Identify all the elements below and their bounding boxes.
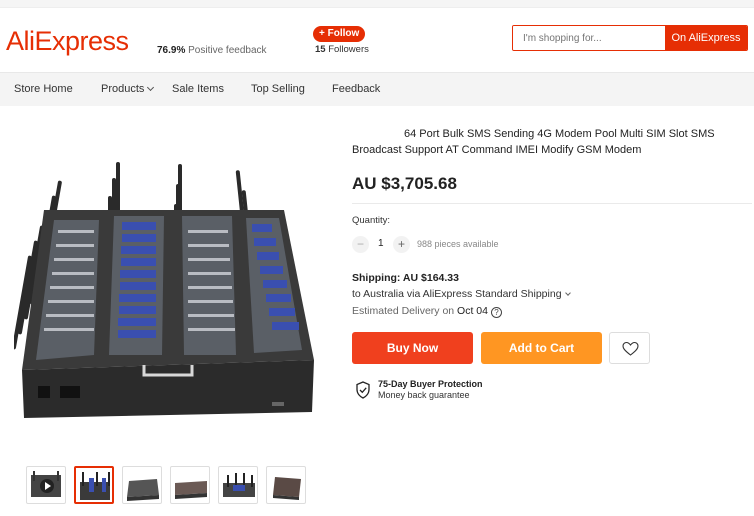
divider	[352, 203, 752, 204]
pieces-available: 988 pieces available	[417, 239, 499, 249]
thumbnail-image-3[interactable]	[122, 466, 162, 504]
product-price: AU $3,705.68	[352, 174, 457, 193]
followers-number: 15	[315, 44, 326, 55]
top-bar	[0, 0, 754, 8]
search-input[interactable]	[513, 26, 665, 50]
shipping-method-label: to Australia via AliExpress Standard Shi…	[352, 288, 562, 300]
quantity-label: Quantity:	[352, 215, 391, 226]
shipping-method[interactable]: to Australia via AliExpress Standard Shi…	[352, 288, 571, 300]
feedback-value: 76.9%	[157, 45, 186, 56]
quantity-decrease-button[interactable]: −	[352, 236, 369, 253]
feedback-label: Positive feedback	[188, 45, 267, 56]
nav-store-home[interactable]: Store Home	[14, 83, 73, 95]
product-main-image[interactable]	[12, 150, 322, 430]
search-bar: On AliExpress	[512, 25, 748, 51]
store-feedback: 76.9% Positive feedback	[157, 45, 267, 56]
nav-feedback[interactable]: Feedback	[332, 83, 380, 95]
nav-products[interactable]: Products	[101, 83, 155, 95]
thumbnail-strip	[26, 466, 306, 504]
search-on-aliexpress-button[interactable]: On AliExpress	[665, 26, 747, 50]
thumbnail-video[interactable]	[26, 466, 66, 504]
aliexpress-logo[interactable]: AliExpress	[6, 26, 129, 57]
help-icon[interactable]: ?	[490, 307, 502, 318]
add-to-cart-button[interactable]: Add to Cart	[481, 332, 602, 364]
shipping-cost: Shipping: AU $164.33	[352, 272, 459, 284]
delivery-label: Estimated Delivery on	[352, 305, 455, 317]
thumbnail-image-4[interactable]	[170, 466, 210, 504]
buyer-protection-subtitle: Money back guarantee	[378, 390, 470, 400]
wishlist-button[interactable]	[609, 332, 650, 364]
thumbnail-image-2[interactable]	[74, 466, 114, 504]
quantity-value[interactable]: 1	[378, 238, 384, 249]
nav-sale-items[interactable]: Sale Items	[172, 83, 224, 95]
nav-top-selling[interactable]: Top Selling	[251, 83, 305, 95]
store-nav: Store Home Products Sale Items Top Selli…	[0, 72, 754, 106]
followers-count: 15 Followers	[315, 44, 369, 55]
follow-button[interactable]: + Follow	[313, 26, 366, 42]
thumbnail-image-6[interactable]	[266, 466, 306, 504]
heart-icon	[622, 341, 639, 356]
play-icon	[40, 479, 54, 493]
chevron-down-icon	[564, 290, 571, 296]
product-title: 64 Port Bulk SMS Sending 4G Modem Pool M…	[352, 128, 715, 156]
quantity-increase-button[interactable]: +	[393, 236, 410, 253]
delivery-date: Oct 04	[457, 305, 488, 317]
thumbnail-image-5[interactable]	[218, 466, 258, 504]
nav-products-label: Products	[101, 83, 145, 95]
shield-check-icon	[356, 381, 370, 399]
estimated-delivery: Estimated Delivery on Oct 04?	[352, 305, 502, 318]
chevron-down-icon	[147, 83, 155, 92]
followers-label: Followers	[328, 44, 369, 55]
buyer-protection-title: 75-Day Buyer Protection	[378, 379, 483, 389]
buy-now-button[interactable]: Buy Now	[352, 332, 473, 364]
